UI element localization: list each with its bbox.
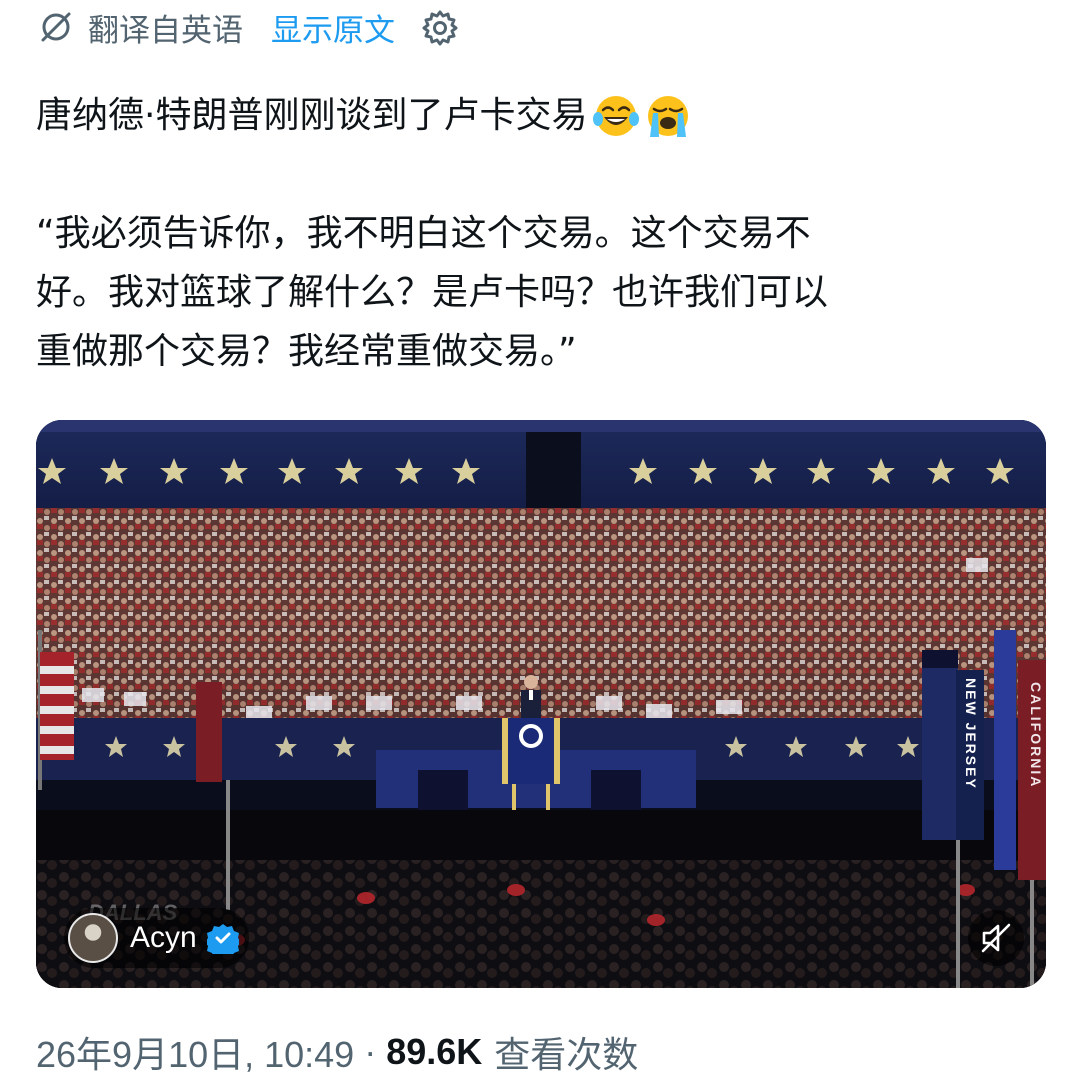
new-jersey-sign: NEW JERSEY [963,678,979,790]
video-frame: NEW JERSEY CALIFORNIA DALLAS [36,420,1046,988]
tweet-quote-text: “我必须告诉你，我不明白这个交易。这个交易不 好。我对篮球了解什么？是卢卡吗？也… [36,213,829,372]
california-sign: CALIFORNIA [1028,682,1044,788]
translated-from-label: 翻译自英语 [88,12,243,49]
show-original-link[interactable]: 显示原文 [271,5,395,50]
loudly-crying-emoji [645,93,691,139]
view-count: 89.6K [386,1031,483,1072]
headline-text: 唐纳德·特朗普刚刚谈到了卢卡交易 [36,95,588,136]
views-label: 查看次数 [494,1034,639,1075]
timestamp[interactable]: 26年9月10日, 10:49 [36,1026,354,1078]
verified-badge-icon [206,922,239,954]
translation-bar: 翻译自英语 显示原文 [38,4,459,50]
video-player[interactable]: NEW JERSEY CALIFORNIA DALLAS Acyn [36,420,1046,988]
mute-toggle-button[interactable] [968,910,1024,966]
gear-icon[interactable] [421,8,459,46]
tweet-headline: 唐纳德·特朗普刚刚谈到了卢卡交易 [36,88,691,144]
meta-separator: · [364,1031,377,1072]
author-name: Acyn [130,921,197,954]
joy-emoji [593,93,640,139]
author-chip[interactable]: Acyn [64,908,249,968]
tweet-meta: 26年9月10日, 10:49 · 89.6K 查看次数 [36,1026,638,1078]
speaker-muted-icon [979,921,1013,955]
translate-off-icon [38,9,74,45]
avatar [68,913,118,963]
